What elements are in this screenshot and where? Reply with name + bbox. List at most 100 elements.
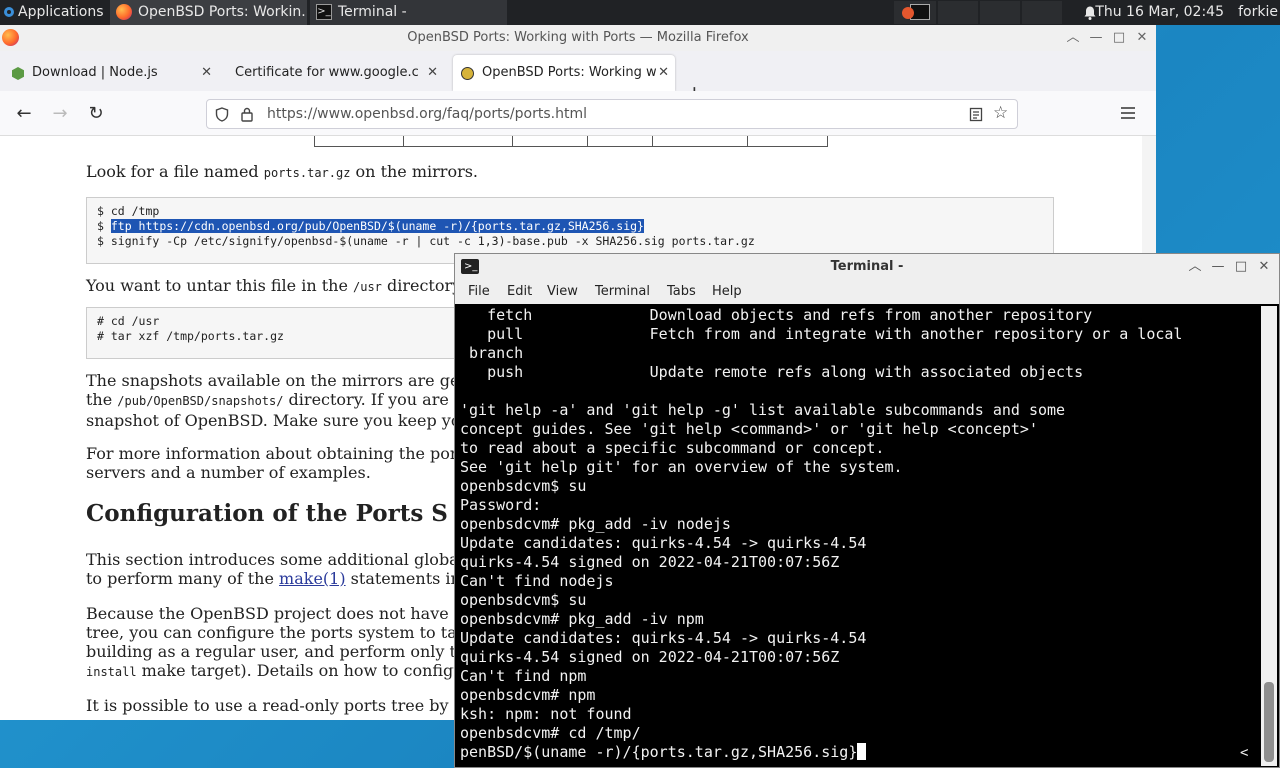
terminal-line: openbsdcvm# pkg_add -iv nodejs — [460, 515, 731, 533]
bookmark-star-icon[interactable]: ☆ — [993, 103, 1008, 123]
close-icon[interactable]: ✕ — [1131, 25, 1153, 51]
terminal-line: openbsdcvm# pkg_add -iv npm — [460, 610, 704, 628]
taskbar-terminal[interactable]: >_ Terminal - — [310, 0, 508, 25]
nodejs-favicon-icon — [12, 67, 24, 80]
workspace-3[interactable] — [980, 1, 1020, 24]
shield-icon[interactable] — [215, 107, 229, 122]
tab-label: Certificate for www.google.c — [235, 65, 419, 80]
terminal-line: See 'git help git' for an overview of th… — [460, 458, 903, 476]
text: the — [86, 390, 118, 409]
lock-icon[interactable] — [240, 107, 254, 122]
clock[interactable]: Thu 16 Mar, 02:45 — [1095, 0, 1224, 25]
selected-text[interactable]: ftp https://cdn.openbsd.org/pub/OpenBSD/… — [110, 219, 644, 233]
terminal-menubar: File Edit View Terminal Tabs Help — [455, 280, 1279, 304]
tab-label: Download | Node.js — [32, 65, 158, 80]
workspace-4[interactable] — [1022, 1, 1062, 24]
section-heading: Configuration of the Ports S — [86, 500, 448, 527]
inline-code: /usr — [353, 280, 382, 294]
tab-certificate[interactable]: Certificate for www.google.c ✕ — [226, 55, 444, 91]
make-manpage-link[interactable]: make(1) — [279, 569, 346, 588]
text: statements in — [345, 569, 461, 588]
terminal-line: Update candidates: quirks-4.54 -> quirks… — [460, 629, 867, 647]
hamburger-menu-icon[interactable] — [1120, 106, 1136, 120]
top-panel: Applications OpenBSD Ports: Workin... >_… — [0, 0, 1280, 25]
user-name[interactable]: forkie — [1238, 0, 1278, 25]
inline-code: ports.tar.gz — [263, 166, 351, 180]
chevron-up-icon[interactable]: ︿ — [1062, 25, 1084, 51]
maximize-icon[interactable]: □ — [1108, 25, 1130, 51]
openbsd-favicon-icon — [461, 67, 474, 80]
code-line: $ signify -Cp /etc/signify/openbsd-$(una… — [97, 234, 755, 248]
menu-view[interactable]: View — [547, 280, 578, 304]
terminal-line: openbsdcvm$ su — [460, 591, 587, 609]
terminal-input-line[interactable]: penBSD/$(uname -r)/{ports.tar.gz,SHA256.… — [460, 743, 1260, 762]
workspace-2[interactable] — [938, 1, 978, 24]
ports-table-fragment — [314, 136, 828, 147]
terminal-line: Can't find npm — [460, 667, 587, 685]
navigation-toolbar: ← → ↻ https://www.openbsd.org/faq/ports/… — [0, 91, 1156, 136]
applications-label: Applications — [18, 4, 104, 20]
taskbar-terminal-label: Terminal - — [338, 4, 407, 20]
back-arrow-icon[interactable]: ← — [11, 101, 37, 127]
tab-nodejs[interactable]: Download | Node.js ✕ — [8, 55, 218, 91]
terminal-line: openbsdcvm# cd /tmp/ — [460, 724, 641, 742]
url-text[interactable]: https://www.openbsd.org/faq/ports/ports.… — [267, 100, 587, 128]
minimize-icon[interactable]: — — [1085, 25, 1107, 51]
menu-terminal[interactable]: Terminal — [595, 280, 650, 304]
firefox-titlebar[interactable]: OpenBSD Ports: Working with Ports — Mozi… — [0, 25, 1156, 51]
text: make target). Details on how to configu — [136, 661, 464, 680]
menu-file[interactable]: File — [468, 280, 490, 304]
workspace-switcher[interactable] — [894, 1, 936, 24]
prompt: $ — [97, 219, 111, 233]
paragraph-look-for-file: Look for a file named ports.tar.gz on th… — [86, 162, 1086, 183]
firefox-mini-icon — [902, 7, 914, 19]
terminal-titlebar[interactable]: >_ Terminal - ︿ — □ ✕ — [455, 254, 1279, 280]
terminal-line: quirks-4.54 signed on 2022-04-21T00:07:5… — [460, 648, 840, 666]
tab-strip: Download | Node.js ✕ Certificate for www… — [0, 51, 1156, 105]
terminal-scrollbar[interactable] — [1261, 306, 1277, 766]
terminal-line: ksh: npm: not found — [460, 705, 632, 723]
chevron-up-icon[interactable]: ︿ — [1184, 254, 1206, 280]
menu-tabs[interactable]: Tabs — [667, 280, 696, 304]
terminal-window: >_ Terminal - ︿ — □ ✕ File Edit View Ter… — [454, 253, 1280, 768]
tab-close-icon[interactable]: ✕ — [201, 55, 212, 91]
taskbar-firefox[interactable]: OpenBSD Ports: Workin... — [110, 0, 308, 25]
inline-code: /pub/OpenBSD/snapshots/ — [117, 394, 284, 408]
minimize-icon[interactable]: — — [1207, 254, 1229, 280]
terminal-line: 'git help -a' and 'git help -g' list ava… — [460, 401, 1066, 419]
terminal-input-text: penBSD/$(uname -r)/{ports.tar.gz,SHA256.… — [460, 743, 858, 761]
forward-arrow-icon[interactable]: → — [47, 101, 73, 127]
url-bar[interactable]: https://www.openbsd.org/faq/ports/ports.… — [206, 99, 1018, 129]
maximize-icon[interactable]: □ — [1230, 254, 1252, 280]
code-line: $ ftp https://cdn.openbsd.org/pub/OpenBS… — [97, 219, 1043, 234]
terminal-scrollbar-thumb[interactable] — [1264, 682, 1274, 762]
terminal-icon: >_ — [316, 4, 332, 20]
tab-close-icon[interactable]: ✕ — [658, 55, 669, 91]
menu-help[interactable]: Help — [712, 280, 742, 304]
reader-view-icon[interactable] — [969, 107, 983, 122]
terminal-line: Password: — [460, 496, 542, 514]
tab-close-icon[interactable]: ✕ — [427, 55, 438, 91]
text-cursor — [857, 743, 867, 760]
overflow-marker: < — [1240, 745, 1249, 761]
applications-icon — [4, 7, 14, 17]
terminal-output[interactable]: fetch Download objects and refs from ano… — [460, 306, 1260, 766]
terminal-line: push Update remote refs along with assoc… — [460, 363, 1084, 381]
terminal-line: Update candidates: quirks-4.54 -> quirks… — [460, 534, 867, 552]
code-line: $ cd /tmp — [97, 204, 160, 218]
terminal-line: Can't find nodejs — [460, 572, 614, 590]
tab-openbsd-ports[interactable]: OpenBSD Ports: Working w ✕ — [453, 55, 675, 91]
close-icon[interactable]: ✕ — [1253, 254, 1275, 280]
text: on the mirrors. — [350, 162, 479, 181]
applications-menu[interactable]: Applications — [0, 0, 126, 25]
tab-label: OpenBSD Ports: Working w — [482, 65, 657, 80]
terminal-app-icon: >_ — [461, 259, 479, 274]
text: Look for a file named — [86, 162, 264, 181]
firefox-icon — [116, 4, 132, 20]
terminal-window-title: Terminal - — [830, 259, 904, 274]
text: You want to untar this file in the — [86, 276, 353, 295]
reload-icon[interactable]: ↻ — [83, 101, 109, 127]
terminal-line: concept guides. See 'git help <command>'… — [460, 420, 1038, 438]
menu-edit[interactable]: Edit — [507, 280, 532, 304]
